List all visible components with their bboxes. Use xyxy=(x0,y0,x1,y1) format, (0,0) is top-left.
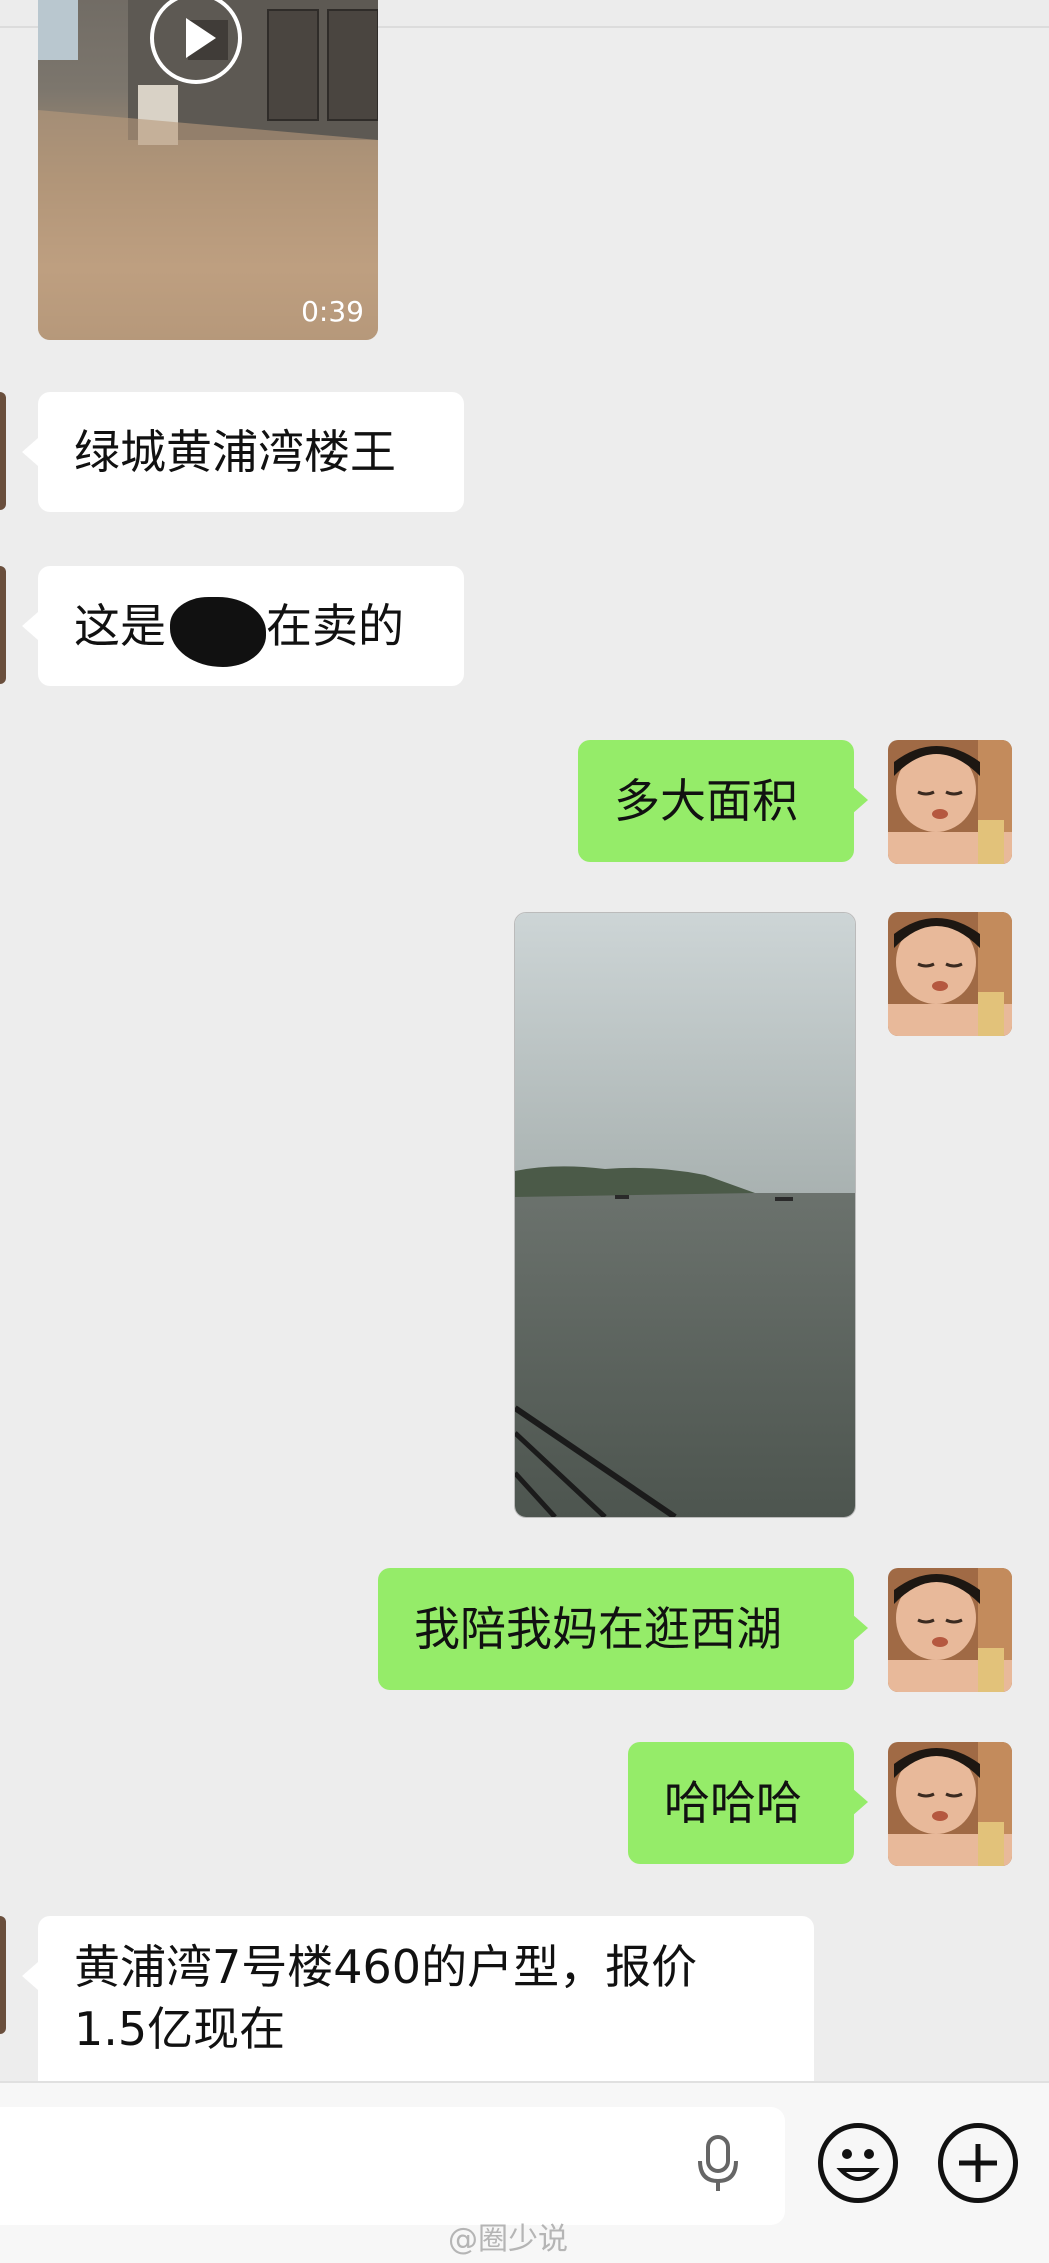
bubble-tail xyxy=(22,438,38,466)
bubble-tail xyxy=(852,1614,868,1642)
user-avatar[interactable] xyxy=(888,912,1012,1036)
video-duration: 0:39 xyxy=(301,295,364,328)
message-text-after: 在卖的 xyxy=(266,599,404,653)
outgoing-message-bubble[interactable]: 哈哈哈 xyxy=(628,1742,854,1864)
video-message-kitchen[interactable]: 0:39 xyxy=(38,0,378,340)
incoming-message-bubble[interactable]: 黄浦湾7号楼460的户型，报价 1.5亿现在 xyxy=(38,1916,814,2106)
smiley-icon xyxy=(836,2149,880,2181)
user-avatar[interactable] xyxy=(888,1742,1012,1866)
more-button[interactable] xyxy=(938,2123,1018,2203)
message-text-line1: 黄浦湾7号楼460的户型，报价 xyxy=(74,1940,698,1994)
sender-avatar-edge[interactable] xyxy=(0,1916,6,2034)
boy-face-icon xyxy=(888,1568,1012,1692)
boy-face-icon xyxy=(888,1742,1012,1866)
redacted-name xyxy=(166,595,266,667)
message-input[interactable] xyxy=(0,2107,785,2225)
bubble-tail xyxy=(852,1788,868,1816)
plus-icon xyxy=(959,2144,997,2182)
user-avatar[interactable] xyxy=(888,1568,1012,1692)
message-text: 我陪我妈在逛西湖 xyxy=(414,1602,782,1656)
video-message-west-lake[interactable] xyxy=(514,912,856,1518)
bubble-tail xyxy=(852,786,868,814)
bubble-tail xyxy=(22,612,38,640)
message-text-before: 这是 xyxy=(74,599,166,653)
message-text: 哈哈哈 xyxy=(664,1776,802,1830)
watermark: @圈少说 xyxy=(448,2222,568,2257)
outgoing-message-bubble[interactable]: 我陪我妈在逛西湖 xyxy=(378,1568,854,1690)
lake-thumbnail xyxy=(515,913,855,1517)
incoming-message-bubble[interactable]: 绿城黄浦湾楼王 xyxy=(38,392,464,512)
message-text: 绿城黄浦湾楼王 xyxy=(74,425,396,479)
sender-avatar-edge[interactable] xyxy=(0,392,6,510)
microphone-icon[interactable] xyxy=(696,2135,740,2195)
outgoing-message-bubble[interactable]: 多大面积 xyxy=(578,740,854,862)
user-avatar[interactable] xyxy=(888,740,1012,864)
sender-avatar-edge[interactable] xyxy=(0,566,6,684)
boy-face-icon xyxy=(888,912,1012,1036)
bubble-tail xyxy=(22,1962,38,1990)
incoming-message-bubble[interactable]: 这是 在卖的 xyxy=(38,566,464,686)
message-text: 多大面积 xyxy=(614,774,798,828)
emoji-button[interactable] xyxy=(818,2123,898,2203)
boy-face-icon xyxy=(888,740,1012,864)
message-text-line2: 1.5亿现在 xyxy=(74,2002,286,2056)
